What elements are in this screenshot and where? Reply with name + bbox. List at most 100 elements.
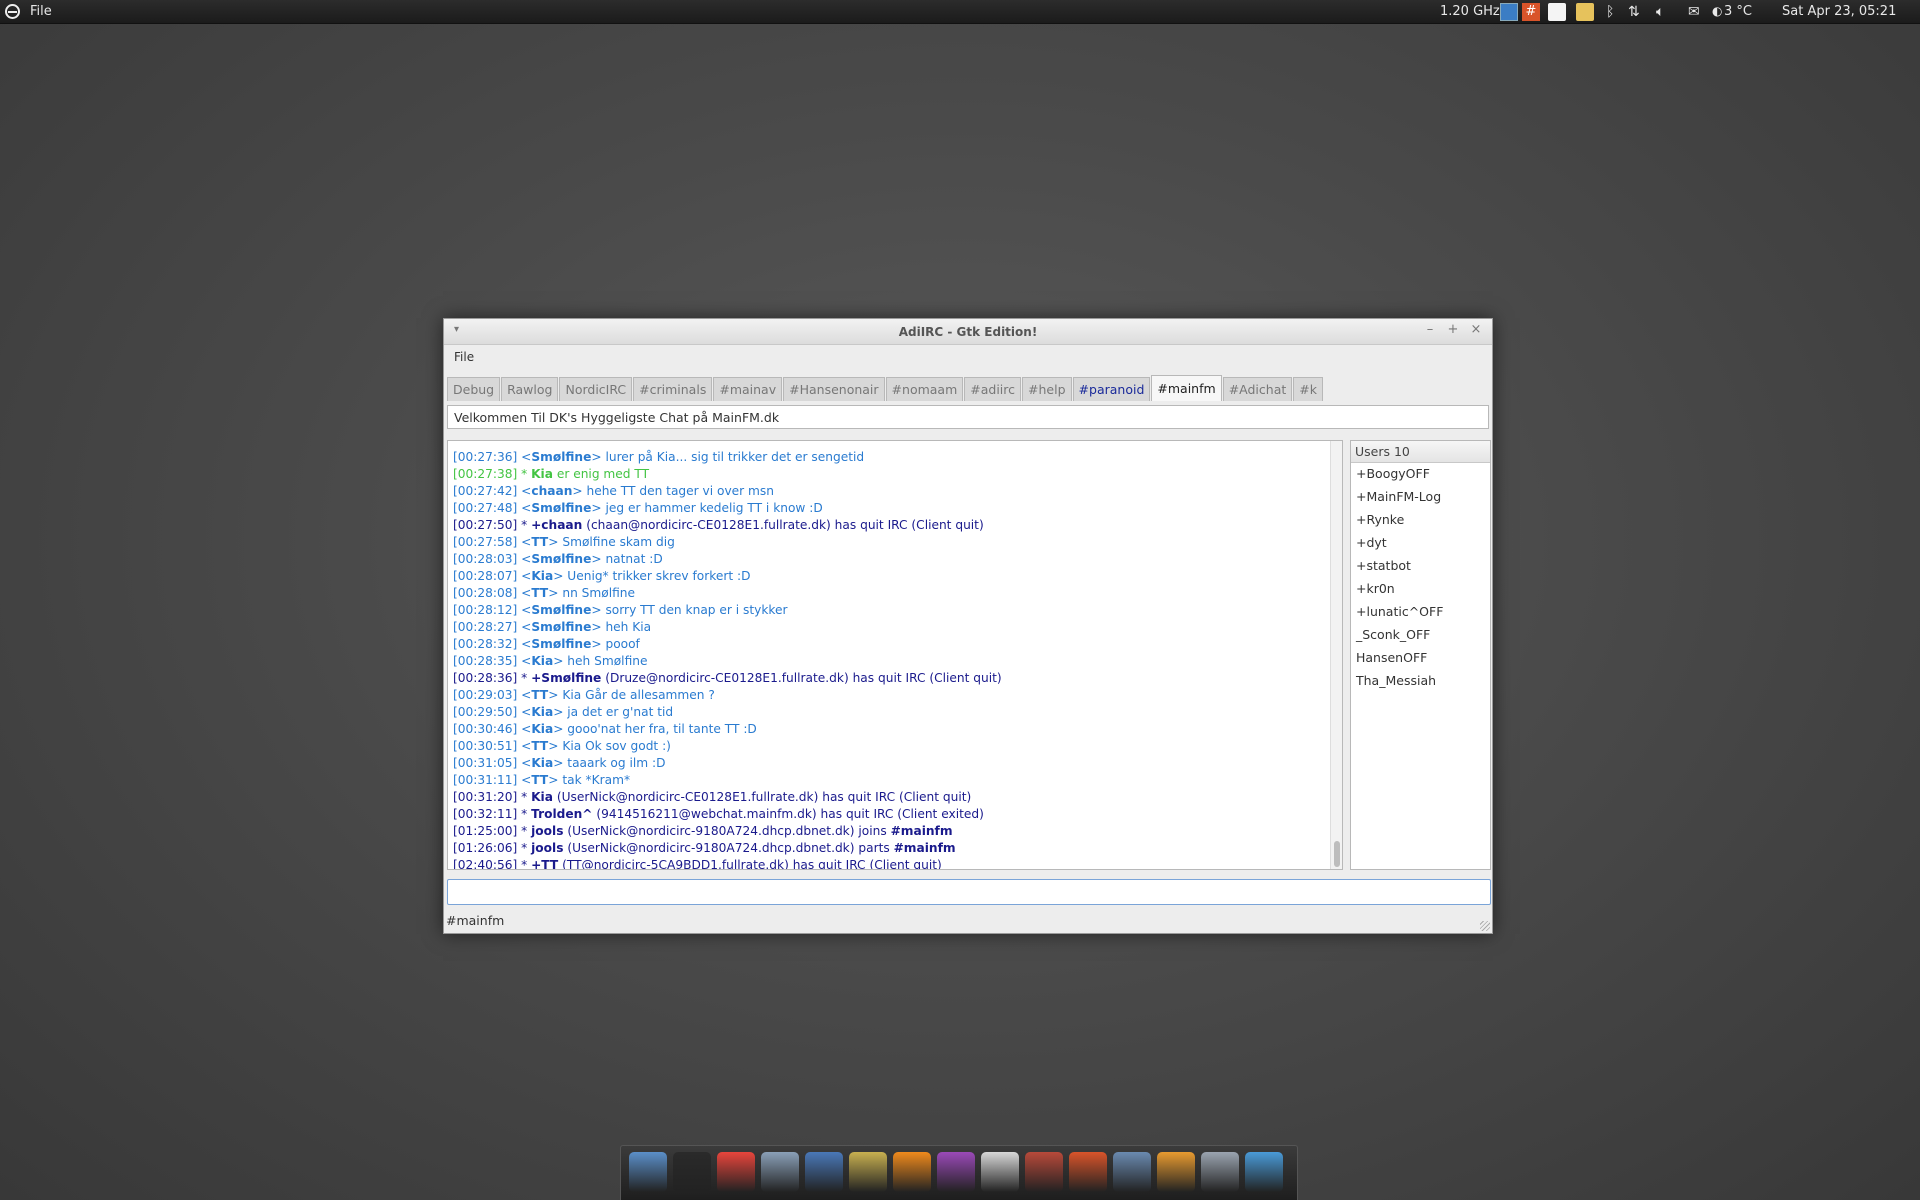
user-list-item[interactable]: +BoogyOFF xyxy=(1351,463,1490,486)
tab-k[interactable]: #k xyxy=(1293,377,1323,401)
user-list-item[interactable]: +lunatic^OFF xyxy=(1351,601,1490,624)
message-input[interactable] xyxy=(447,879,1491,905)
chat-nick[interactable]: +Smølfine xyxy=(531,671,601,685)
tab-adiirc[interactable]: #adiirc xyxy=(964,377,1022,401)
user-list-item[interactable]: +statbot xyxy=(1351,555,1490,578)
virtualbox-icon[interactable] xyxy=(1157,1152,1195,1192)
tab-debug[interactable]: Debug xyxy=(447,377,501,401)
notes-icon[interactable] xyxy=(1548,3,1566,21)
chat-text: (chaan@nordicirc-CE0128E1.fullrate.dk) h… xyxy=(586,518,984,532)
maximize-icon[interactable]: + xyxy=(1445,322,1461,337)
chrome-icon[interactable] xyxy=(717,1152,755,1192)
chat-nick[interactable]: Smølfine xyxy=(531,620,591,634)
chat-text: Kia Går de allesammen ? xyxy=(562,688,715,702)
panel-file-menu[interactable]: File xyxy=(30,4,52,19)
chat-scrollbar-thumb[interactable] xyxy=(1334,841,1340,867)
tab-paranoid[interactable]: #paranoid xyxy=(1072,377,1151,401)
user-list-item[interactable]: +kr0n xyxy=(1351,578,1490,601)
tab-nomaam[interactable]: #nomaam xyxy=(885,377,964,401)
tab-nordicirc[interactable]: NordicIRC xyxy=(559,377,633,401)
text-editor-icon[interactable] xyxy=(981,1152,1019,1192)
clipboard-icon[interactable] xyxy=(1576,3,1594,21)
chat-nick[interactable]: Kia xyxy=(531,569,553,583)
trash-icon[interactable] xyxy=(1201,1152,1239,1192)
tab-help[interactable]: #help xyxy=(1022,377,1072,401)
user-list-item[interactable]: +MainFM-Log xyxy=(1351,486,1490,509)
chat-nick[interactable]: jools xyxy=(531,841,563,855)
user-list-item[interactable]: HansenOFF xyxy=(1351,647,1490,670)
chat-line: [00:28:27] <Smølfine> heh Kia xyxy=(453,620,652,634)
pidgin-icon[interactable] xyxy=(937,1152,975,1192)
chat-line: [00:32:11] * Trolden^ (9414516211@webcha… xyxy=(453,807,984,821)
tab-rawlog[interactable]: Rawlog xyxy=(501,377,559,401)
audio-player-icon[interactable] xyxy=(849,1152,887,1192)
chat-nick[interactable]: Smølfine xyxy=(531,450,591,464)
chat-nick[interactable]: Smølfine xyxy=(531,552,591,566)
chat-line: [00:28:07] <Kia> Uenig* trikker skrev fo… xyxy=(453,569,751,583)
clock[interactable]: Sat Apr 23, 05:21 xyxy=(1782,4,1896,19)
chat-nick[interactable]: Smølfine xyxy=(531,501,591,515)
chat-scrollbar[interactable] xyxy=(1330,441,1342,869)
mail-tray-icon[interactable]: ✉ xyxy=(1688,4,1700,20)
chat-channel[interactable]: #mainfm xyxy=(894,841,956,855)
chat-nick[interactable]: Kia xyxy=(531,756,553,770)
user-list-item[interactable]: Tha_Messiah xyxy=(1351,670,1490,693)
chat-nick[interactable]: Kia xyxy=(531,722,553,736)
title-bar[interactable]: ▾ AdiIRC - Gtk Edition! – + × xyxy=(444,319,1492,345)
channel-topic[interactable]: Velkommen Til DK's Hyggeligste Chat på M… xyxy=(447,405,1489,429)
mail-icon[interactable] xyxy=(805,1152,843,1192)
close-icon[interactable]: × xyxy=(1468,322,1484,337)
chat-nick[interactable]: Trolden^ xyxy=(531,807,592,821)
bluetooth-icon[interactable]: ᛒ xyxy=(1606,4,1614,20)
chat-log[interactable]: [00:27:36] <Smølfine> lurer på Kia... si… xyxy=(447,440,1343,870)
menu-file[interactable]: File xyxy=(454,350,474,364)
chat-nick[interactable]: Kia xyxy=(531,467,553,481)
chat-nick[interactable]: TT xyxy=(531,535,548,549)
tab-adichat[interactable]: #Adichat xyxy=(1222,377,1293,401)
user-list-header[interactable]: Users 10 xyxy=(1351,441,1490,463)
file-manager-icon[interactable] xyxy=(629,1152,667,1192)
system-tray: 1.20 GHz # ᛒ ⇅ 🔈︎ ✉ ◐ 3 °C Sat Apr 23, 0… xyxy=(1440,0,1920,24)
adiirc-icon[interactable] xyxy=(1069,1152,1107,1192)
system-logo-icon[interactable] xyxy=(4,3,21,20)
volume-icon[interactable]: 🔈︎ xyxy=(1656,4,1664,20)
window-icon[interactable] xyxy=(1113,1152,1151,1192)
minimize-icon[interactable]: – xyxy=(1422,322,1438,337)
adiirc-tray-icon[interactable]: # xyxy=(1522,3,1540,21)
network-updown-icon[interactable]: ⇅ xyxy=(1628,4,1640,20)
chat-text: pooof xyxy=(605,637,640,651)
user-list-item[interactable]: _Sconk_OFF xyxy=(1351,624,1490,647)
chat-line: [00:29:03] <TT> Kia Går de allesammen ? xyxy=(453,688,715,702)
chat-nick[interactable]: TT xyxy=(531,739,548,753)
chat-nick[interactable]: Kia xyxy=(531,705,553,719)
window-title: AdiIRC - Gtk Edition! xyxy=(898,325,1038,339)
resize-grip[interactable] xyxy=(1480,921,1490,931)
tab-mainav[interactable]: #mainav xyxy=(713,377,783,401)
chat-nick[interactable]: TT xyxy=(531,773,548,787)
chat-nick[interactable]: Kia xyxy=(531,654,553,668)
chat-nick[interactable]: Smølfine xyxy=(531,603,591,617)
vlc-icon[interactable] xyxy=(893,1152,931,1192)
installer-icon[interactable] xyxy=(1025,1152,1063,1192)
show-desktop-icon[interactable] xyxy=(1245,1152,1283,1192)
chat-timestamp: [00:28:35] xyxy=(453,654,518,668)
chat-nick[interactable]: TT xyxy=(531,688,548,702)
user-list-item[interactable]: +Rynke xyxy=(1351,509,1490,532)
user-list-item[interactable]: +dyt xyxy=(1351,532,1490,555)
chat-timestamp: [00:29:03] xyxy=(453,688,518,702)
dock xyxy=(620,1145,1298,1200)
chat-nick[interactable]: Smølfine xyxy=(531,637,591,651)
terminal-icon[interactable] xyxy=(673,1152,711,1192)
chat-nick[interactable]: Kia xyxy=(531,790,553,804)
tab-criminals[interactable]: #criminals xyxy=(633,377,713,401)
chat-channel[interactable]: #mainfm xyxy=(891,824,953,838)
tab-hansenonair[interactable]: #Hansenonair xyxy=(783,377,885,401)
chat-nick[interactable]: TT xyxy=(531,586,548,600)
news-icon[interactable] xyxy=(761,1152,799,1192)
tab-mainfm[interactable]: #mainfm xyxy=(1151,375,1222,401)
chat-nick[interactable]: +TT xyxy=(531,858,558,869)
chat-nick[interactable]: +chaan xyxy=(531,518,582,532)
chat-nick[interactable]: chaan xyxy=(531,484,572,498)
chat-nick[interactable]: jools xyxy=(531,824,563,838)
network-monitor-icon[interactable] xyxy=(1500,3,1518,21)
